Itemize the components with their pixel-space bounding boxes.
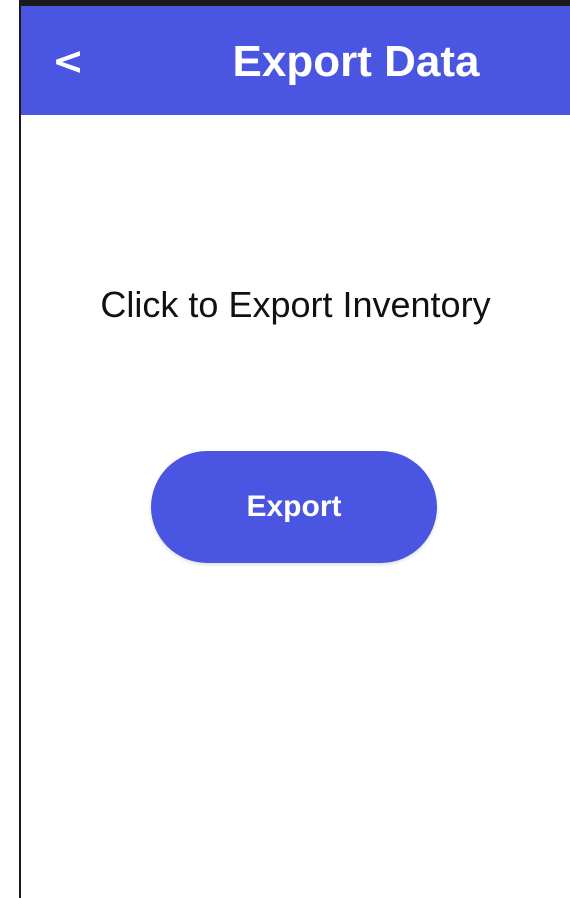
back-button[interactable]: < — [51, 36, 85, 86]
export-data-screen: < Export Data Click to Export Inventory … — [0, 0, 570, 898]
page-title: Export Data — [232, 37, 480, 86]
export-instruction-text: Click to Export Inventory — [100, 284, 491, 325]
frame-left-border — [19, 0, 21, 898]
app-bar: < Export Data — [21, 6, 570, 115]
export-button[interactable]: Export — [151, 451, 437, 563]
